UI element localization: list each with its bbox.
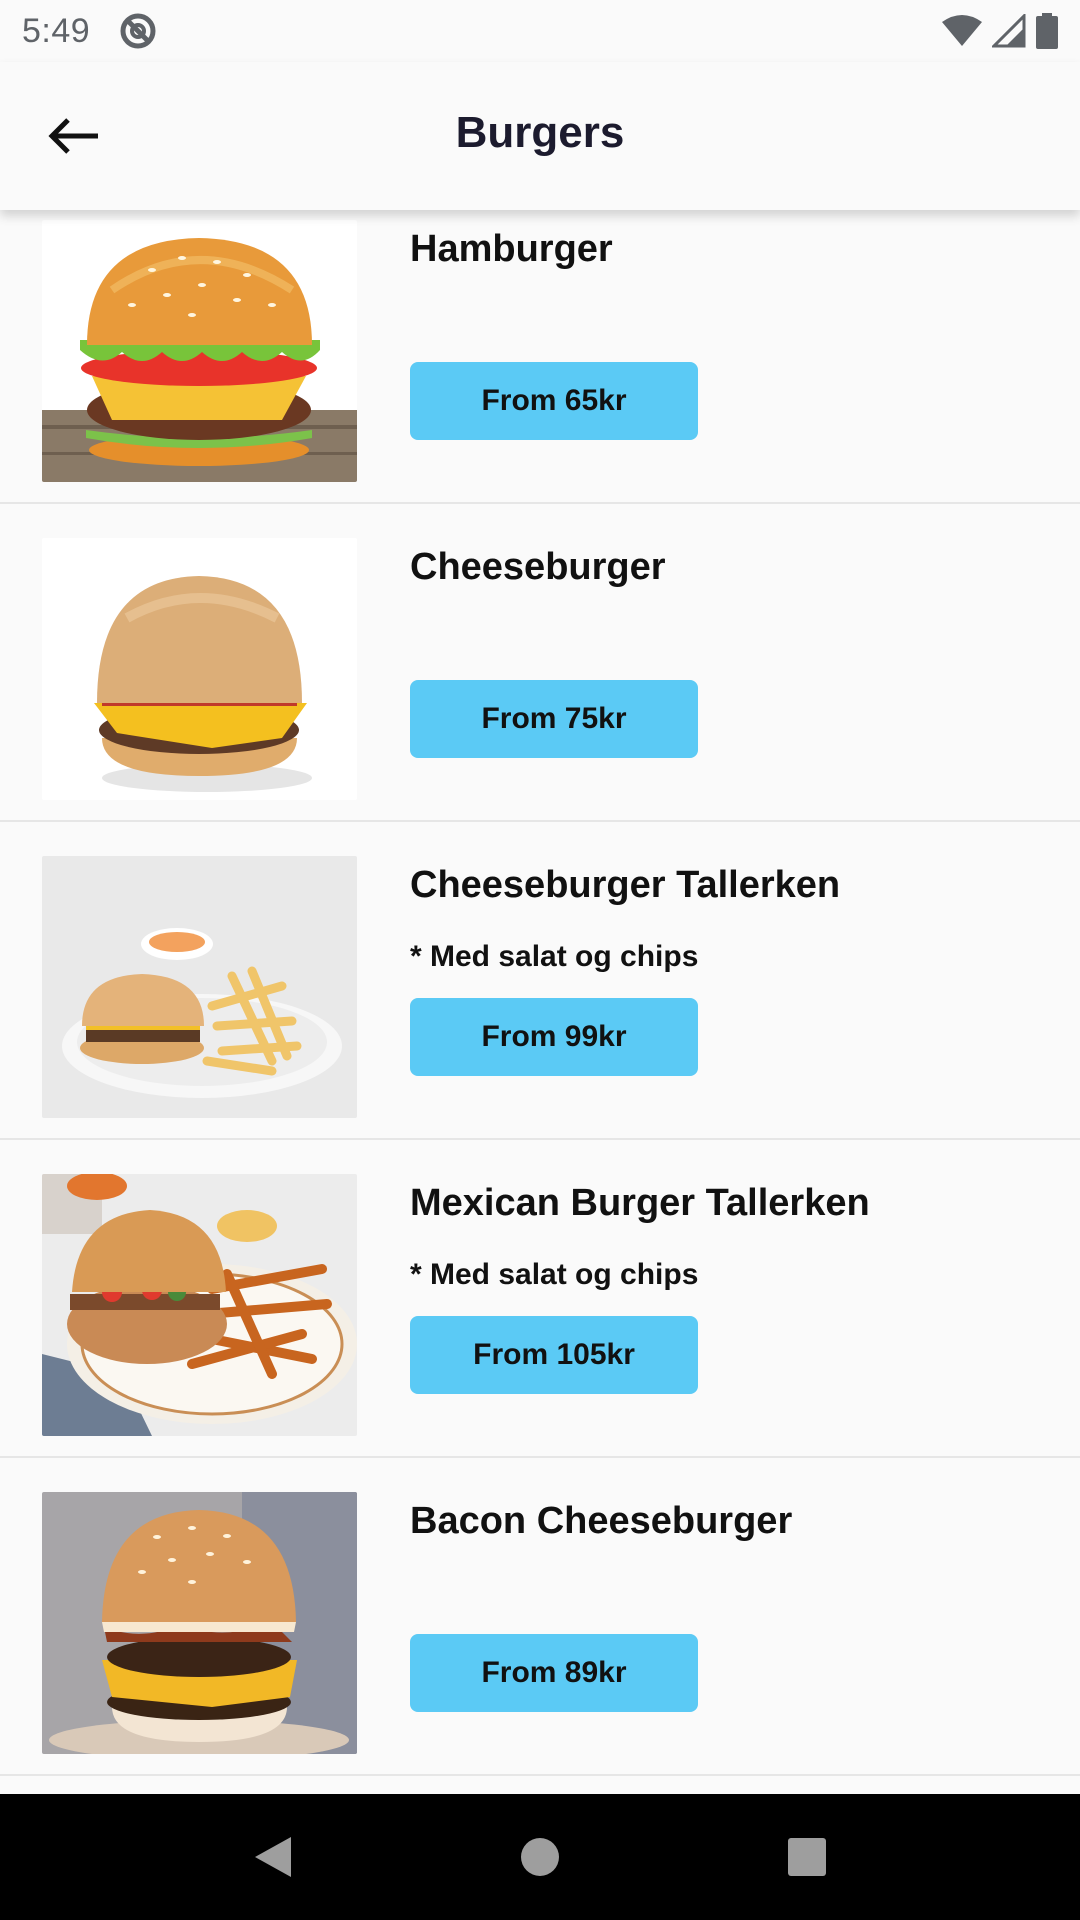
item-name: Cheeseburger Tallerken	[410, 864, 841, 906]
item-name: Bacon Cheeseburger	[410, 1500, 793, 1542]
status-time: 5:49	[22, 11, 91, 50]
home-circle-icon[interactable]	[500, 1817, 580, 1897]
product-list[interactable]: Hamburger From 65kr Cheeseburger From 75…	[0, 210, 1080, 1794]
cheeseburger-plate-photo	[42, 856, 357, 1118]
back-triangle-icon[interactable]	[233, 1817, 313, 1897]
status-icons	[942, 13, 1058, 49]
system-nav-bar	[0, 1794, 1080, 1920]
signal-icon	[992, 14, 1026, 48]
bacon-cheeseburger-photo	[42, 1492, 357, 1754]
list-item[interactable]: Cheeseburger Tallerken * Med salat og ch…	[0, 822, 1080, 1140]
item-subtitle: * Med salat og chips	[410, 940, 699, 973]
item-name: Cheeseburger	[410, 546, 666, 588]
price-button[interactable]: From 99kr	[410, 998, 698, 1076]
hamburger-photo	[42, 220, 357, 482]
list-item[interactable]: Cheeseburger From 75kr	[0, 504, 1080, 822]
price-button[interactable]: From 105kr	[410, 1316, 698, 1394]
mexican-burger-plate-photo	[42, 1174, 357, 1436]
status-bar: 5:49	[0, 0, 1080, 62]
item-name: Hamburger	[410, 228, 613, 270]
list-item[interactable]: Hamburger From 65kr	[0, 210, 1080, 504]
price-button[interactable]: From 65kr	[410, 362, 698, 440]
recents-square-icon[interactable]	[767, 1817, 847, 1897]
list-item[interactable]: Mexican Burger Tallerken * Med salat og …	[0, 1140, 1080, 1458]
app-bar: Burgers	[0, 62, 1080, 210]
item-name: Mexican Burger Tallerken	[410, 1182, 870, 1224]
price-button[interactable]: From 89kr	[410, 1634, 698, 1712]
item-subtitle: * Med salat og chips	[410, 1258, 699, 1291]
page-title: Burgers	[455, 108, 625, 157]
list-item[interactable]: Bacon Cheeseburger From 89kr	[0, 1458, 1080, 1776]
wifi-icon	[942, 14, 982, 48]
cheeseburger-photo	[42, 538, 357, 800]
do-not-disturb-icon	[118, 11, 158, 51]
battery-icon	[1036, 13, 1058, 49]
price-button[interactable]: From 75kr	[410, 680, 698, 758]
